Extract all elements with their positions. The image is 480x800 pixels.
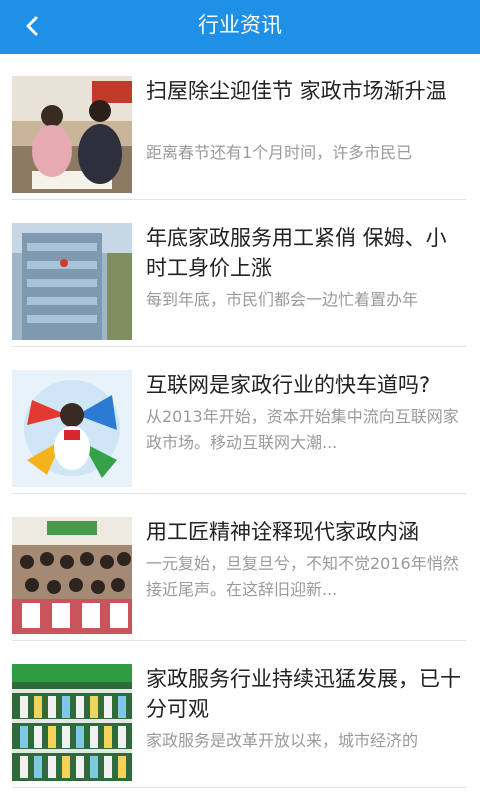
news-list-item[interactable]: 互联网是家政行业的快车道吗? 从2013年开始，资本开始集中流向互联网家政市场。…: [12, 348, 466, 494]
news-thumbnail: [12, 223, 132, 340]
news-title: 年底家政服务用工紧俏 保姆、小时工身价上涨: [146, 226, 447, 280]
news-title: 家政服务行业持续迅猛发展，已十分可观: [146, 667, 461, 721]
news-summary: 每到年底，市民们都会一边忙着置办年: [146, 290, 419, 309]
news-title: 用工匠精神诠释现代家政内涵: [146, 520, 419, 544]
news-title: 扫屋除尘迎佳节 家政市场渐升温: [146, 79, 447, 103]
news-thumbnail: [12, 664, 132, 781]
news-thumbnail: [12, 370, 132, 487]
top-app-bar: 行业资讯: [0, 0, 480, 54]
news-summary: 家政服务是改革开放以来，城市经济的: [146, 731, 419, 750]
news-list-item[interactable]: 扫屋除尘迎佳节 家政市场渐升温 距离春节还有1个月时间，许多市民已: [12, 54, 466, 200]
news-list-item[interactable]: 年底家政服务用工紧俏 保姆、小时工身价上涨 每到年底，市民们都会一边忙着置办年: [12, 201, 466, 347]
news-title: 互联网是家政行业的快车道吗?: [146, 373, 431, 397]
news-thumbnail: [12, 517, 132, 634]
news-summary: 距离春节还有1个月时间，许多市民已: [146, 143, 413, 162]
news-summary: 一元复始，旦复旦兮，不知不觉2016年悄然接近尾声。在这辞旧迎新...: [146, 554, 459, 599]
news-list-item[interactable]: 家政服务行业持续迅猛发展，已十分可观 家政服务是改革开放以来，城市经济的: [12, 642, 466, 788]
news-list-item[interactable]: 用工匠精神诠释现代家政内涵 一元复始，旦复旦兮，不知不觉2016年悄然接近尾声。…: [12, 495, 466, 641]
news-summary: 从2013年开始，资本开始集中流向互联网家政市场。移动互联网大潮...: [146, 407, 459, 452]
news-thumbnail: [12, 76, 132, 193]
page-title: 行业资讯: [198, 13, 282, 37]
